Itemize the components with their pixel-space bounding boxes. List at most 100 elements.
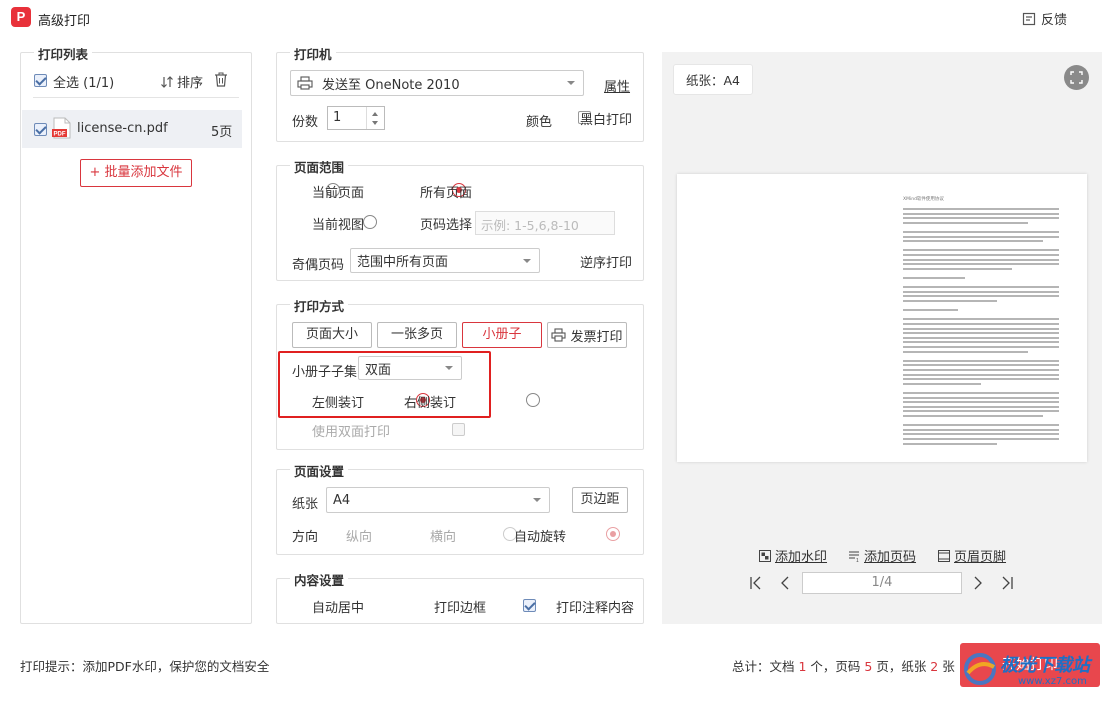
feedback-button[interactable]: 反馈 [1022, 9, 1067, 28]
paper-size-select[interactable]: A4 [326, 487, 550, 513]
auto-center-checkbox[interactable] [522, 599, 536, 612]
preview-text-line [903, 267, 1012, 270]
fullscreen-button[interactable] [1064, 65, 1089, 90]
file-name: license-cn.pdf [77, 121, 168, 136]
add-page-number-button[interactable]: 1 添加页码 [848, 546, 916, 565]
duplex-checkbox[interactable] [452, 423, 466, 436]
preview-text-line [903, 433, 1059, 436]
preview-text-line [903, 396, 1059, 399]
orientation-label: 方向 [292, 530, 319, 545]
preview-text-line [903, 327, 1059, 330]
file-list-item[interactable]: PDF license-cn.pdf 5页 [22, 110, 242, 148]
printer-properties-link[interactable]: 属性 [604, 76, 630, 95]
printer-name: 发送至 OneNote 2010 [322, 77, 460, 93]
print-border-label: 打印边框 [434, 601, 487, 616]
next-page-icon[interactable] [970, 575, 986, 591]
preview-text-line [903, 428, 1059, 431]
margins-button[interactable]: 页边距 [572, 487, 628, 513]
preview-text-line [903, 295, 1059, 298]
page-range-title: 页面范围 [290, 157, 349, 176]
page-select-label: 页码选择 [420, 218, 473, 233]
increment-icon[interactable] [372, 112, 378, 116]
odd-even-value: 范围中所有页面 [357, 255, 449, 270]
trash-icon[interactable] [214, 72, 228, 87]
print-mode-title: 打印方式 [290, 296, 349, 315]
copies-stepper[interactable]: 1 [327, 106, 385, 130]
preview-text-line [903, 263, 1059, 266]
preview-text-line [903, 442, 997, 445]
paper-label: 纸张 [292, 497, 319, 512]
last-page-icon[interactable] [999, 575, 1015, 591]
preview-text-line [903, 217, 1059, 220]
summary-mid1: 个，页码 [806, 659, 865, 674]
landscape-radio[interactable] [605, 527, 620, 541]
printer-group-title: 打印机 [290, 44, 336, 63]
page-size-button[interactable]: 页面大小 [292, 322, 372, 348]
copies-label: 份数 [292, 115, 319, 130]
invoice-print-button[interactable]: 发票打印 [547, 322, 627, 348]
sort-label: 排序 [177, 76, 204, 91]
page-select-input[interactable]: 示例: 1-5,6,8-10 [475, 211, 615, 235]
chevron-down-icon [567, 81, 575, 85]
preview-text-line [903, 235, 1059, 238]
preview-text-line [903, 249, 1059, 252]
print-hint: 打印提示：添加PDF水印，保护您的文档安全 [20, 659, 270, 674]
preview-doc-title: XMind软件使用协议 [903, 197, 944, 202]
preview-text-line [903, 341, 1059, 344]
svg-text:PDF: PDF [54, 132, 66, 138]
preview-text-line [903, 332, 1059, 335]
add-files-button[interactable]: + 批量添加文件 [80, 159, 192, 187]
watermark-icon [759, 549, 771, 562]
page-setup-title: 页面设置 [290, 461, 349, 480]
preview-text-line [903, 254, 1059, 256]
page-indicator-input[interactable]: 1/4 [802, 572, 962, 594]
add-watermark-button[interactable]: 添加水印 [759, 546, 827, 565]
select-all-checkbox[interactable] [34, 74, 47, 87]
app-logo: P [11, 7, 31, 27]
preview-text-line [903, 373, 1059, 376]
print-summary: 总计：文档 1 个，页码 5 页，纸张 2 张 [732, 656, 955, 675]
preview-text-line [903, 258, 1059, 261]
portrait-label: 纵向 [346, 530, 373, 545]
bw-print-label: 黑白打印 [580, 113, 633, 128]
preview-text-line [903, 369, 1059, 371]
current-page-label: 当前页面 [312, 186, 365, 201]
file-pages: 5页 [211, 125, 233, 140]
invoice-printer-icon [551, 328, 567, 342]
odd-even-select[interactable]: 范围中所有页面 [350, 248, 540, 273]
preview-text-line [903, 405, 1059, 408]
preview-text-line [903, 286, 1059, 289]
chevron-down-icon [533, 498, 541, 502]
content-setup-title: 内容设置 [290, 570, 349, 589]
printer-select[interactable]: 发送至 OneNote 2010 [290, 70, 584, 96]
file-checkbox[interactable] [34, 123, 47, 136]
previous-page-icon[interactable] [777, 575, 793, 591]
booklet-button[interactable]: 小册子 [462, 322, 542, 348]
paper-size-value: A4 [333, 492, 351, 508]
site-watermark-logo: 极光下载站 www.xz7.com [960, 643, 1108, 695]
duplex-label: 使用双面打印 [312, 425, 391, 440]
preview-text-line [903, 410, 1059, 413]
reverse-print-label: 逆序打印 [580, 256, 633, 271]
preview-text-line [903, 359, 1059, 362]
current-view-radio[interactable] [362, 215, 377, 229]
preview-text-line [903, 350, 1028, 353]
preview-text-line [903, 240, 1043, 243]
copies-value: 1 [333, 110, 342, 125]
feedback-icon [1022, 12, 1036, 25]
decrement-icon[interactable] [372, 121, 378, 125]
window-title: 高级打印 [38, 14, 91, 29]
preview-text-line [903, 346, 1059, 348]
preview-text-line [903, 221, 1028, 224]
print-list-title: 打印列表 [34, 44, 93, 63]
preview-text-line [903, 323, 1059, 325]
preview-text-line [903, 336, 1059, 339]
sort-icon [161, 75, 173, 88]
header-footer-button[interactable]: 页眉页脚 [938, 546, 1006, 565]
sort-button[interactable]: 排序 [160, 72, 203, 91]
first-page-icon[interactable] [748, 575, 764, 591]
preview-text-line [903, 277, 965, 279]
add-page-number-label: 添加页码 [864, 550, 917, 565]
add-watermark-label: 添加水印 [775, 550, 828, 565]
multi-page-button[interactable]: 一张多页 [377, 322, 457, 348]
